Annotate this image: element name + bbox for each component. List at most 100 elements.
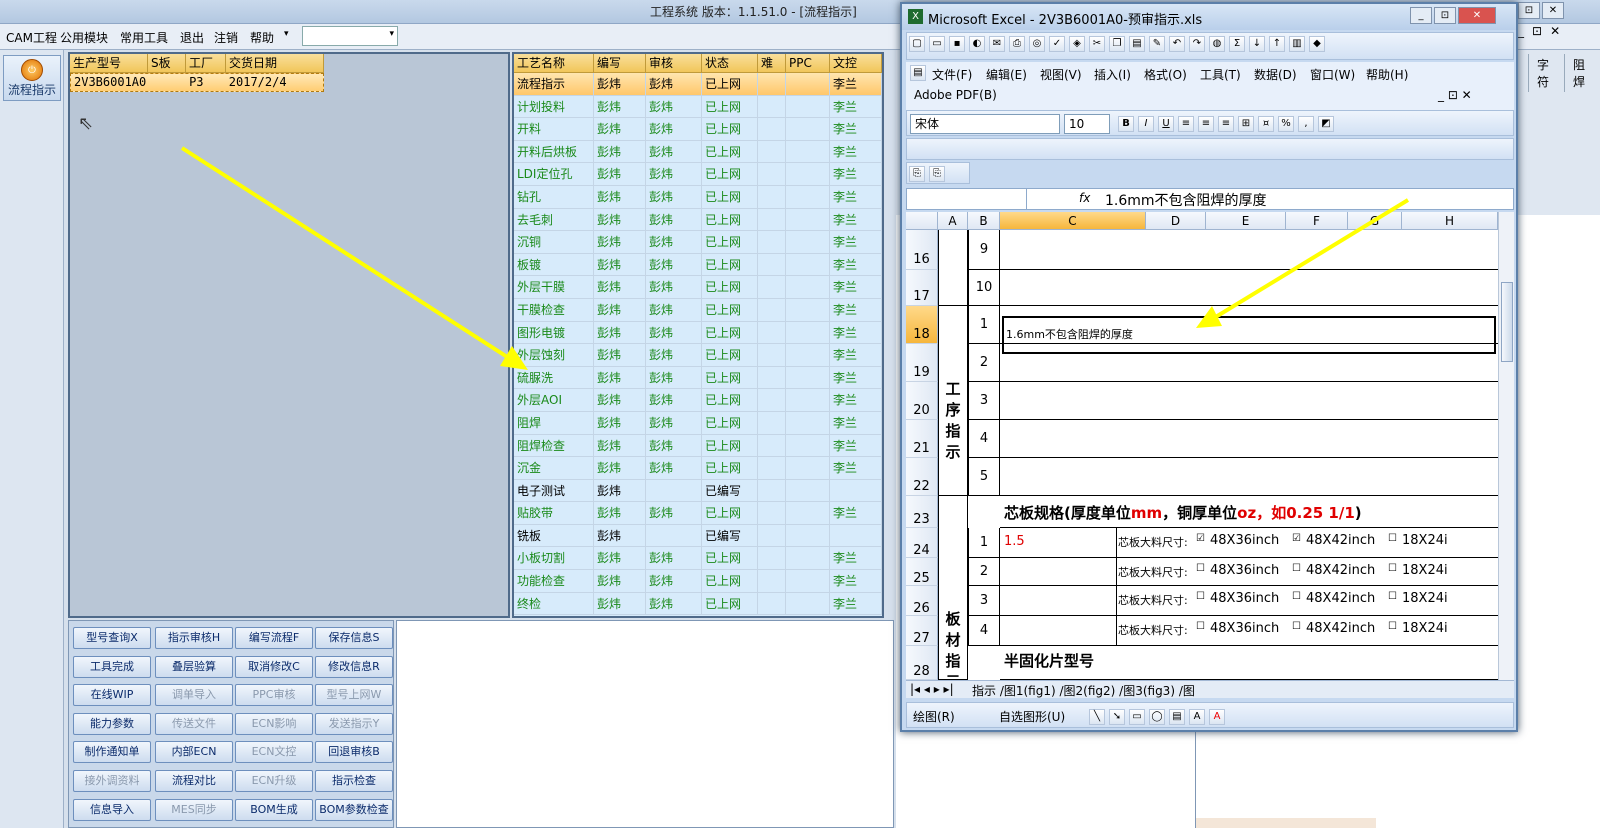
table-row[interactable]: 外层AOI 彭炜 彭炜 已上网 李兰 bbox=[514, 389, 882, 412]
row-header-17[interactable]: 17 bbox=[906, 270, 938, 306]
action-button[interactable]: 保存信息S bbox=[315, 627, 393, 649]
checkbox-48x42-icon[interactable]: ☐ bbox=[1292, 563, 1301, 574]
action-button[interactable]: 型号查询X bbox=[73, 627, 151, 649]
cell-c16[interactable] bbox=[1000, 230, 1498, 270]
excel-menu-tools[interactable]: 工具(T) bbox=[1200, 66, 1241, 83]
checkbox-48x36-icon[interactable]: ☑ bbox=[1196, 533, 1205, 544]
action-button[interactable]: 调单导入 bbox=[155, 684, 233, 707]
action-button[interactable]: 传送文件 bbox=[155, 712, 233, 735]
excel-minimize-icon[interactable]: _ bbox=[1410, 7, 1432, 24]
col-header-process[interactable]: 工艺名称 bbox=[514, 54, 594, 72]
action-button[interactable]: ECN影响 bbox=[235, 712, 313, 735]
excel-menu-window[interactable]: 窗口(W) bbox=[1310, 66, 1355, 83]
column-header-h[interactable]: H bbox=[1402, 212, 1498, 230]
draw-menu[interactable]: 绘图(R) bbox=[913, 708, 955, 725]
table-row[interactable]: 终检 彭炜 彭炜 已上网 李兰 bbox=[514, 592, 882, 616]
excel-menu-data[interactable]: 数据(D) bbox=[1254, 66, 1297, 83]
table-row[interactable]: 图形电镀 彭炜 彭炜 已上网 李兰 bbox=[514, 321, 882, 345]
menu-help[interactable]: 帮助 bbox=[250, 29, 274, 46]
mdi-restore-icon[interactable]: ⊡ bbox=[1532, 24, 1542, 38]
cell-c17[interactable] bbox=[1000, 270, 1498, 306]
row-header-23[interactable]: 23 bbox=[906, 496, 938, 528]
sort-asc-icon[interactable]: ↓ bbox=[1249, 36, 1265, 52]
menu-combo-box[interactable]: ▾ bbox=[302, 26, 398, 46]
align-center-icon[interactable]: ≡ bbox=[1198, 116, 1214, 132]
action-button[interactable]: 制作通知单 bbox=[73, 741, 151, 764]
table-row[interactable]: 硫脲洗 彭炜 彭炜 已上网 李兰 bbox=[514, 366, 882, 390]
fill-color-icon[interactable]: ◩ bbox=[1318, 116, 1334, 132]
font-size-box[interactable]: 10 bbox=[1064, 114, 1110, 134]
menu-common-modules[interactable]: 公用模块 bbox=[60, 29, 108, 46]
checkbox-48x36-icon[interactable]: ☐ bbox=[1196, 563, 1205, 574]
col-header-delivery-date[interactable]: 交货日期 bbox=[226, 54, 324, 72]
col-header-reviewer[interactable]: 审核 bbox=[646, 54, 702, 72]
column-header-g[interactable]: G bbox=[1348, 212, 1402, 230]
tab-nav-icons[interactable]: |◂ ◂ ▸ ▸| bbox=[910, 682, 954, 696]
cell-c21[interactable] bbox=[1000, 420, 1498, 458]
right-header-char[interactable]: 字符 bbox=[1528, 54, 1564, 92]
checkbox-18x24-icon[interactable]: ☐ bbox=[1388, 533, 1397, 544]
table-row[interactable]: 外层干膜 彭炜 彭炜 已上网 李兰 bbox=[514, 276, 882, 299]
table-row[interactable]: LDI定位孔 彭炜 彭炜 已上网 李兰 bbox=[514, 163, 882, 186]
cell-b24[interactable]: 1 bbox=[968, 528, 1000, 558]
redo-icon[interactable]: ↷ bbox=[1189, 36, 1205, 52]
autosum-icon[interactable]: Σ bbox=[1229, 36, 1245, 52]
table-row[interactable]: 电子测试 彭炜 已编写 bbox=[514, 479, 882, 503]
mail-icon[interactable]: ✉ bbox=[989, 36, 1005, 52]
italic-icon[interactable]: I bbox=[1138, 116, 1154, 132]
save-icon[interactable]: ▪ bbox=[949, 36, 965, 52]
oval-icon[interactable]: ◯ bbox=[1149, 709, 1165, 725]
rectangle-icon[interactable]: ▭ bbox=[1129, 709, 1145, 725]
table-row[interactable]: 2V3B6001A0 P3 2017/2/4 bbox=[70, 73, 324, 92]
table-row[interactable]: 贴胶带 彭炜 彭炜 已上网 李兰 bbox=[514, 502, 882, 525]
table-row[interactable]: 流程指示 彭炜 彭炜 已上网 李兰 bbox=[514, 73, 882, 96]
cell-b22[interactable]: 5 bbox=[968, 458, 1000, 496]
checkbox-18x24-icon[interactable]: ☐ bbox=[1388, 621, 1397, 632]
column-header-d[interactable]: D bbox=[1146, 212, 1206, 230]
menu-tools[interactable]: 常用工具 bbox=[120, 29, 168, 46]
row-header-25[interactable]: 25 bbox=[906, 558, 938, 586]
scrollbar-thumb[interactable] bbox=[1501, 282, 1513, 362]
table-row[interactable]: 板镀 彭炜 彭炜 已上网 李兰 bbox=[514, 253, 882, 277]
align-right-icon[interactable]: ≡ bbox=[1218, 116, 1234, 132]
cell-b19[interactable]: 2 bbox=[968, 344, 1000, 382]
merge-icon[interactable]: ⊞ bbox=[1238, 116, 1254, 132]
font-color-icon[interactable]: A bbox=[1209, 709, 1225, 725]
col-header-doc-control[interactable]: 文控 bbox=[830, 54, 882, 72]
research-icon[interactable]: ◈ bbox=[1069, 36, 1085, 52]
fx-icon[interactable]: fx bbox=[1079, 191, 1090, 205]
action-button[interactable]: 发送指示Y bbox=[315, 712, 393, 735]
checkbox-48x36-icon[interactable]: ☐ bbox=[1196, 591, 1205, 602]
close-icon[interactable]: ✕ bbox=[1542, 2, 1564, 19]
checkbox-48x42-icon[interactable]: ☑ bbox=[1292, 533, 1301, 544]
menu-cam[interactable]: CAM工程 bbox=[6, 29, 57, 46]
excel-menu-format[interactable]: 格式(O) bbox=[1144, 66, 1187, 83]
checkbox-18x24-icon[interactable]: ☐ bbox=[1388, 563, 1397, 574]
excel-menu-view[interactable]: 视图(V) bbox=[1040, 66, 1082, 83]
column-header-c[interactable]: C bbox=[1000, 212, 1146, 230]
action-button[interactable]: 信息导入 bbox=[73, 798, 151, 821]
cell-b16[interactable]: 9 bbox=[968, 230, 1000, 270]
checkbox-18x24-icon[interactable]: ☐ bbox=[1388, 591, 1397, 602]
action-button[interactable]: 流程对比 bbox=[155, 770, 233, 792]
col-header-difficulty[interactable]: 难 bbox=[758, 54, 786, 72]
table-row[interactable]: 铣板 彭炜 已编写 bbox=[514, 524, 882, 548]
table-row[interactable]: 去毛刺 彭炜 彭炜 已上网 李兰 bbox=[514, 208, 882, 232]
worksheet-grid[interactable]: A B C D E F G H 16 9 17 10 18 1 19 2 20 3 21 4 22 5 23 24 1 25 2 26… bbox=[906, 212, 1498, 680]
right-header-mask[interactable]: 阻焊 bbox=[1564, 54, 1600, 92]
cell-b20[interactable]: 3 bbox=[968, 382, 1000, 420]
flow-instruction-button[interactable]: ⏻ 流程指示 bbox=[3, 55, 61, 101]
col-header-factory[interactable]: 工厂 bbox=[186, 54, 226, 72]
row-header-20[interactable]: 20 bbox=[906, 382, 938, 420]
name-box[interactable] bbox=[907, 189, 1027, 209]
cell-c20[interactable] bbox=[1000, 382, 1498, 420]
undo-icon[interactable]: ↶ bbox=[1169, 36, 1185, 52]
open-icon[interactable]: ▭ bbox=[929, 36, 945, 52]
action-button[interactable]: BOM参数检查 bbox=[315, 798, 393, 821]
action-button[interactable]: 工具完成 bbox=[73, 655, 151, 678]
percent-icon[interactable]: % bbox=[1278, 116, 1294, 132]
table-row[interactable]: 阻焊检查 彭炜 彭炜 已上网 李兰 bbox=[514, 434, 882, 458]
sort-desc-icon[interactable]: ↑ bbox=[1269, 36, 1285, 52]
copy-icon[interactable]: ❐ bbox=[1109, 36, 1125, 52]
table-row[interactable]: 开料 彭炜 彭炜 已上网 李兰 bbox=[514, 118, 882, 141]
